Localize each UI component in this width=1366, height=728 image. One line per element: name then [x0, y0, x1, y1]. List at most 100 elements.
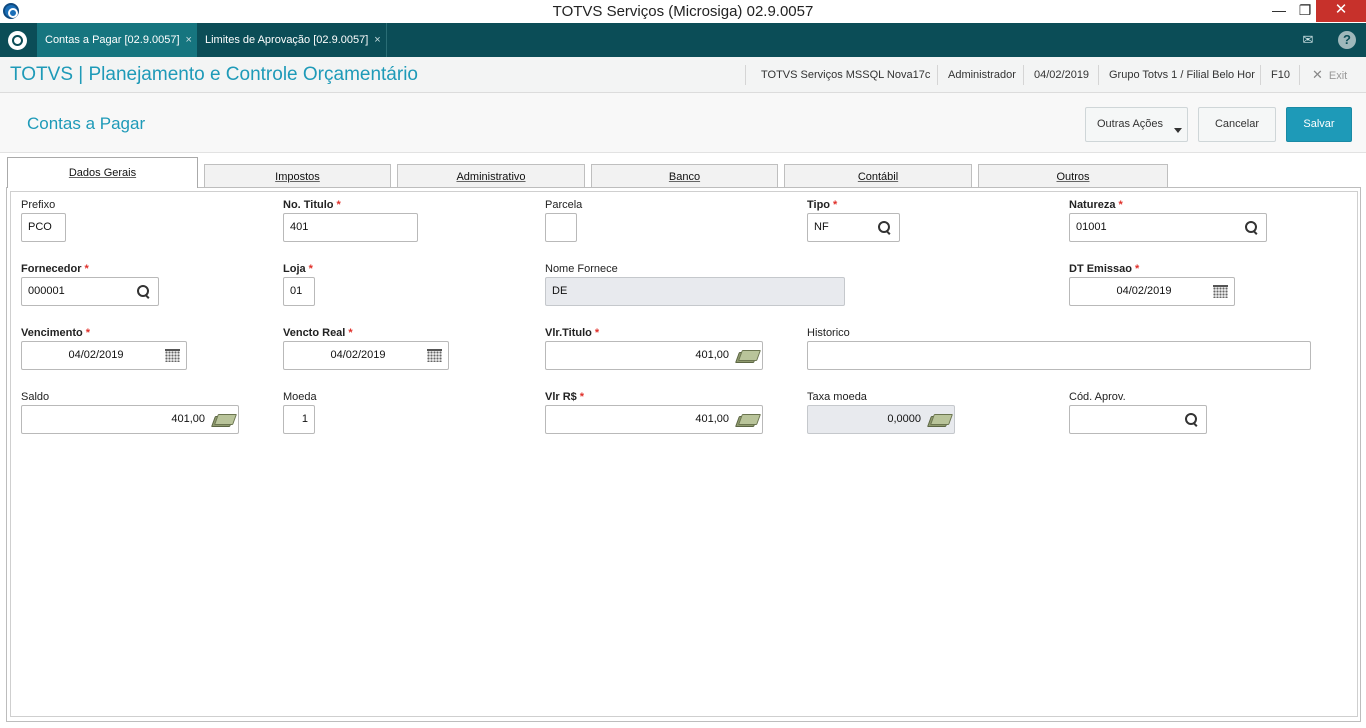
label-text: Vencto Real [283, 327, 346, 339]
divider [1260, 65, 1261, 85]
divider [745, 65, 746, 85]
calendar-icon[interactable] [1213, 285, 1228, 298]
vencto-real-value: 04/02/2019 [330, 349, 386, 361]
vlr-rs-value: 401,00 [695, 413, 729, 425]
label-fornecedor: Fornecedor * [21, 263, 89, 275]
label-moeda: Moeda [283, 391, 317, 403]
calendar-icon[interactable] [427, 349, 442, 362]
tipo-input[interactable]: NF [807, 213, 900, 242]
loja-value: 01 [290, 285, 303, 297]
label-text: Tipo [807, 199, 831, 211]
money-icon[interactable] [213, 414, 233, 426]
environment-info: TOTVS Serviços MSSQL Nova17c [761, 69, 931, 81]
label-prefixo: Prefixo [21, 199, 56, 211]
label-text: Natureza [1069, 199, 1116, 211]
branch-info[interactable]: Grupo Totvs 1 / Filial Belo Hor [1109, 57, 1255, 93]
divider [1098, 65, 1099, 85]
search-icon[interactable] [1184, 412, 1200, 428]
label-tipo: Tipo * [807, 199, 837, 211]
tab-limites-de-aprovacao[interactable]: Limites de Aprovação [02.9.0057] × [197, 23, 387, 57]
label-vencimento: Vencimento * [21, 327, 90, 339]
tab-contabil[interactable]: Contábil [784, 164, 972, 188]
divider [1299, 65, 1300, 85]
label-no-titulo: No. Titulo * [283, 199, 341, 211]
other-actions-button[interactable]: Outras Ações [1085, 107, 1188, 142]
tab-banco[interactable]: Banco [591, 164, 778, 188]
label-text: Vlr.Titulo [545, 327, 592, 339]
fornecedor-value: 000001 [28, 285, 65, 297]
close-tab-icon[interactable]: × [374, 34, 380, 46]
label-text: Vlr R$ [545, 391, 577, 403]
dt-emissao-input[interactable]: 04/02/2019 [1069, 277, 1235, 306]
form-panel-inner [10, 191, 1358, 717]
taxa-moeda-value: 0,0000 [887, 413, 921, 425]
search-icon[interactable] [1244, 220, 1260, 236]
money-icon [929, 414, 949, 426]
label-nome-fornece: Nome Fornece [545, 263, 618, 275]
required-mark: * [85, 327, 91, 339]
cod-aprov-input[interactable] [1069, 405, 1207, 434]
required-mark: * [336, 199, 341, 211]
tab-administrativo[interactable]: Administrativo [397, 164, 585, 188]
user-info: Administrador [948, 69, 1016, 81]
window-title: TOTVS Serviços (Microsiga) 02.9.0057 [552, 3, 814, 20]
label-text: No. Titulo [283, 199, 334, 211]
vlr-rs-input[interactable]: 401,00 [545, 405, 763, 434]
search-icon[interactable] [877, 220, 893, 236]
label-natureza: Natureza * [1069, 199, 1123, 211]
shortcut-f10[interactable]: F10 [1271, 57, 1290, 93]
no-titulo-value: 401 [290, 221, 309, 233]
divider [937, 65, 938, 85]
tab-label: Dados Gerais [68, 167, 137, 179]
no-titulo-input[interactable]: 401 [283, 213, 418, 242]
save-button[interactable]: Salvar [1286, 107, 1352, 142]
prefixo-input[interactable]: PCO [21, 213, 66, 242]
vlr-titulo-value: 401,00 [695, 349, 729, 361]
tab-outros[interactable]: Outros [978, 164, 1168, 188]
label-text: Fornecedor [21, 263, 82, 275]
tab-label: Contábil [857, 171, 899, 183]
money-icon[interactable] [737, 414, 757, 426]
vencto-real-input[interactable]: 04/02/2019 [283, 341, 449, 370]
fornecedor-input[interactable]: 000001 [21, 277, 159, 306]
label-vencto-real: Vencto Real * [283, 327, 353, 339]
module-title: TOTVS | Planejamento e Controle Orçament… [10, 64, 418, 85]
window-titlebar: TOTVS Serviços (Microsiga) 02.9.0057 — ❐… [0, 0, 1366, 23]
parcela-input[interactable] [545, 213, 577, 242]
mail-icon[interactable]: ✉ [1299, 31, 1317, 49]
label-dt-emissao: DT Emissao * [1069, 263, 1139, 275]
saldo-input[interactable]: 401,00 [21, 405, 239, 434]
cancel-button[interactable]: Cancelar [1198, 107, 1276, 142]
tab-dados-gerais[interactable]: Dados Gerais [7, 157, 198, 188]
moeda-value: 1 [301, 413, 308, 425]
vencimento-input[interactable]: 04/02/2019 [21, 341, 187, 370]
tab-impostos[interactable]: Impostos [204, 164, 391, 188]
moeda-input[interactable]: 1 [283, 405, 315, 434]
calendar-icon[interactable] [165, 349, 180, 362]
page-header: Contas a Pagar Outras Ações Cancelar Sal… [0, 93, 1366, 153]
historico-input[interactable] [807, 341, 1311, 370]
tab-label: Outros [1056, 171, 1090, 183]
divider [1023, 65, 1024, 85]
tab-contas-a-pagar[interactable]: Contas a Pagar [02.9.0057] × [37, 23, 197, 57]
vencimento-value: 04/02/2019 [68, 349, 124, 361]
label-text: Vencimento [21, 327, 83, 339]
close-window-button[interactable]: ✕ [1316, 0, 1366, 22]
tab-label: Banco [668, 171, 701, 183]
loja-input[interactable]: 01 [283, 277, 315, 306]
search-icon[interactable] [136, 284, 152, 300]
required-mark: * [1118, 199, 1123, 211]
exit-button[interactable]: ✕ Exit [1312, 57, 1347, 93]
label-historico: Historico [807, 327, 850, 339]
totvs-logo-icon[interactable] [8, 31, 27, 50]
money-icon[interactable] [737, 350, 757, 362]
exit-icon: ✕ [1312, 67, 1323, 82]
close-tab-icon[interactable]: × [186, 34, 192, 46]
required-mark: * [84, 263, 89, 275]
label-loja: Loja * [283, 263, 313, 275]
natureza-input[interactable]: 01001 [1069, 213, 1267, 242]
help-icon[interactable]: ? [1338, 31, 1356, 49]
vlr-titulo-input[interactable]: 401,00 [545, 341, 763, 370]
label-text: Loja [283, 263, 306, 275]
tab-label: Contas a Pagar [02.9.0057] [45, 34, 180, 46]
